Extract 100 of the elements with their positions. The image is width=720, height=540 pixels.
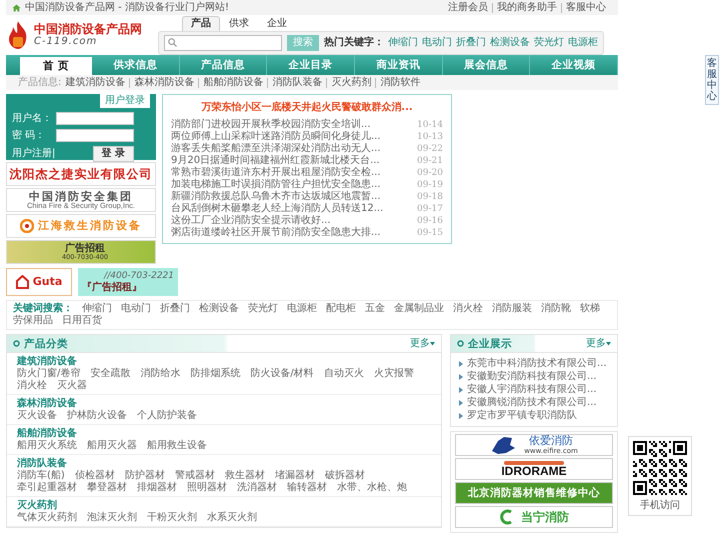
hot-keyword-link[interactable]: 伸缩门 — [388, 36, 418, 48]
search-tab[interactable]: 产品 — [182, 16, 220, 30]
keyword-link[interactable]: 劳保用品 — [13, 315, 53, 327]
top-link[interactable]: 注册会员 — [444, 2, 492, 12]
input-field[interactable] — [56, 129, 134, 142]
keyword-link[interactable]: 金属制品业 — [394, 303, 444, 315]
ad-banner[interactable]: IDRORAME — [455, 458, 613, 480]
category-link[interactable]: 消防车(船) — [17, 470, 65, 482]
more-link[interactable]: 更多 — [410, 338, 435, 350]
category-link[interactable]: 灭火器 — [57, 380, 87, 392]
news-link[interactable]: 两位师傅上山采粽叶迷路消防员瞬间化身徒儿... — [171, 131, 381, 143]
category-link[interactable]: 洗消器材 — [237, 482, 277, 494]
hot-keyword-link[interactable]: 折叠门 — [456, 36, 486, 48]
company-link[interactable]: 东莞市中科消防技术有限公司... — [467, 357, 607, 370]
keyword-link[interactable]: 日用百货 — [62, 315, 102, 327]
category-link[interactable]: 泡沫灭火剂 — [87, 512, 137, 524]
sub-nav-link[interactable]: 建筑消防设备 — [61, 78, 130, 88]
news-link[interactable]: 加装电梯施工时误損消防管往户担忧安全隐患... — [171, 179, 381, 191]
category-link[interactable]: 气体灭火药剂 — [17, 512, 77, 524]
ad-banner[interactable]: 当宁消防 — [455, 506, 613, 528]
category-title[interactable]: 灭火药剂 — [17, 500, 431, 512]
sub-nav-link[interactable]: 消防软件 — [375, 78, 424, 88]
category-link[interactable]: 灭火设备 — [17, 410, 57, 422]
company-link[interactable]: 罗定市罗平镇专职消防队 — [467, 409, 577, 422]
category-link[interactable]: 救生器材 — [224, 470, 265, 482]
keyword-link[interactable]: 消防服装 — [492, 303, 532, 315]
news-link[interactable]: 这份工厂企业消防安全提示请收好... — [171, 215, 331, 227]
category-title[interactable]: 森林消防设备 — [17, 398, 431, 410]
category-title[interactable]: 消防队装备 — [17, 458, 431, 470]
category-link[interactable]: 防火设备/材料 — [250, 368, 314, 380]
search-tab[interactable]: 供求 — [220, 16, 258, 30]
news-link[interactable]: 台风刮倒树木砸攀老人经上海消防人员转送12... — [171, 203, 384, 215]
category-link[interactable]: 排烟器材 — [137, 482, 177, 494]
keyword-link[interactable]: 折叠门 — [160, 303, 190, 315]
search-field[interactable] — [164, 34, 282, 50]
category-link[interactable]: 破拆器材 — [324, 470, 365, 482]
news-link[interactable]: 新疆消防救援总队乌鲁木齐市达坂城区地震暂... — [171, 191, 381, 203]
keyword-link[interactable]: 电源柜 — [287, 303, 317, 315]
category-link[interactable]: 干粉灭火剂 — [147, 512, 197, 524]
news-link[interactable]: 游客丢失船桨船漂至洪泽湖深处消防出动无人... — [171, 143, 381, 155]
service-tab[interactable]: 客服中心 — [705, 55, 719, 105]
ad-banner[interactable]: 沈阳杰之捷实业有限公司 — [6, 162, 156, 186]
news-link[interactable]: 9月20日据通时间福建福州红霞新城北楼天台... — [171, 155, 380, 167]
sub-nav-link[interactable]: 消防队装备 — [267, 78, 326, 88]
sub-nav-link[interactable]: 灭火药剂 — [326, 78, 376, 88]
category-link[interactable]: 水带、水枪、炮 — [337, 482, 407, 494]
sub-nav-link[interactable]: 船舶消防设备 — [198, 78, 268, 88]
category-link[interactable]: 攀登器材 — [87, 482, 127, 494]
category-link[interactable]: 火灾报警 — [374, 368, 414, 380]
category-link[interactable]: 输转器材 — [287, 482, 327, 494]
category-link[interactable]: 护林防火设备 — [67, 410, 127, 422]
category-link[interactable]: 牵引起重器材 — [17, 482, 77, 494]
company-link[interactable]: 安徽人宇消防科技有限公司... — [467, 383, 597, 396]
keyword-link[interactable]: 五金 — [365, 303, 385, 315]
keyword-link[interactable]: 电动门 — [121, 303, 151, 315]
input-field[interactable] — [56, 112, 134, 125]
more-link[interactable]: 更多 — [586, 338, 611, 350]
hot-keyword-link[interactable]: 检测设备 — [490, 36, 530, 48]
top-link[interactable]: 我的商务助手 — [492, 2, 561, 12]
news-link[interactable]: 粥店街道缕岭社区开展节前消防安全隐患大排... — [171, 227, 381, 239]
category-title[interactable]: 船舶消防设备 — [17, 428, 431, 440]
news-headline[interactable]: 万荣东怡小区一底楼天井起火民警破敢群众消... — [171, 102, 443, 114]
category-link[interactable]: 个人防护装备 — [137, 410, 197, 422]
category-link[interactable]: 堵漏器材 — [274, 470, 315, 482]
category-link[interactable]: 防排烟系统 — [190, 368, 240, 380]
category-link[interactable]: 照明器材 — [187, 482, 227, 494]
nav-tab[interactable]: 首 页 — [20, 57, 92, 75]
top-link[interactable]: 客服中心 — [561, 2, 610, 12]
keyword-link[interactable]: 消防靴 — [541, 303, 571, 315]
category-link[interactable]: 自动灭火 — [324, 368, 364, 380]
keyword-link[interactable]: 荧光灯 — [248, 303, 278, 315]
keyword-link[interactable]: 软梯 — [580, 303, 600, 315]
category-link[interactable]: 船用灭火系统 — [17, 440, 77, 452]
category-link[interactable]: 警戒器材 — [174, 470, 215, 482]
login-button[interactable]: 登 录 — [92, 146, 134, 162]
keyword-link[interactable]: 配电柜 — [326, 303, 356, 315]
category-link[interactable]: 水系灭火剂 — [207, 512, 257, 524]
company-link[interactable]: 安徽腾锐消防技术有限公司... — [467, 396, 597, 409]
category-link[interactable]: 消火栓 — [17, 380, 47, 392]
news-link[interactable]: 消防部门进校园开展秋季校园消防安全培训... — [171, 119, 371, 131]
sub-nav-link[interactable]: 森林消防设备 — [129, 78, 198, 88]
hot-keyword-link[interactable]: 电动门 — [422, 36, 452, 48]
category-link[interactable]: 安全疏散 — [90, 368, 130, 380]
company-link[interactable]: 安徽勤安消防科技有限公司... — [467, 370, 597, 383]
keyword-link[interactable]: 检测设备 — [199, 303, 239, 315]
ad-banner[interactable]: //400-703-2221 『广告招租』 — [78, 268, 178, 296]
ad-banner[interactable]: Guta — [6, 268, 72, 296]
hot-keyword-link[interactable]: 电源柜 — [568, 36, 598, 48]
category-link[interactable]: 侦检器材 — [74, 470, 115, 482]
category-link[interactable]: 防护器材 — [124, 470, 165, 482]
news-link[interactable]: 常熟市碧溪街道浒东村开展出租屋消防安全检... — [171, 167, 381, 179]
category-link[interactable]: 船用救生设备 — [147, 440, 207, 452]
category-link[interactable]: 消防给水 — [140, 368, 180, 380]
hot-keyword-link[interactable]: 荧光灯 — [534, 36, 564, 48]
keyword-link[interactable]: 伸缩门 — [82, 303, 112, 315]
search-tab[interactable]: 企业 — [258, 16, 296, 30]
keyword-link[interactable]: 消火栓 — [453, 303, 483, 315]
category-link[interactable]: 防火门窗/卷帘 — [17, 368, 80, 380]
ad-banner[interactable]: 北京消防器材销售维修中心 — [455, 482, 613, 504]
category-title[interactable]: 建筑消防设备 — [17, 356, 431, 368]
